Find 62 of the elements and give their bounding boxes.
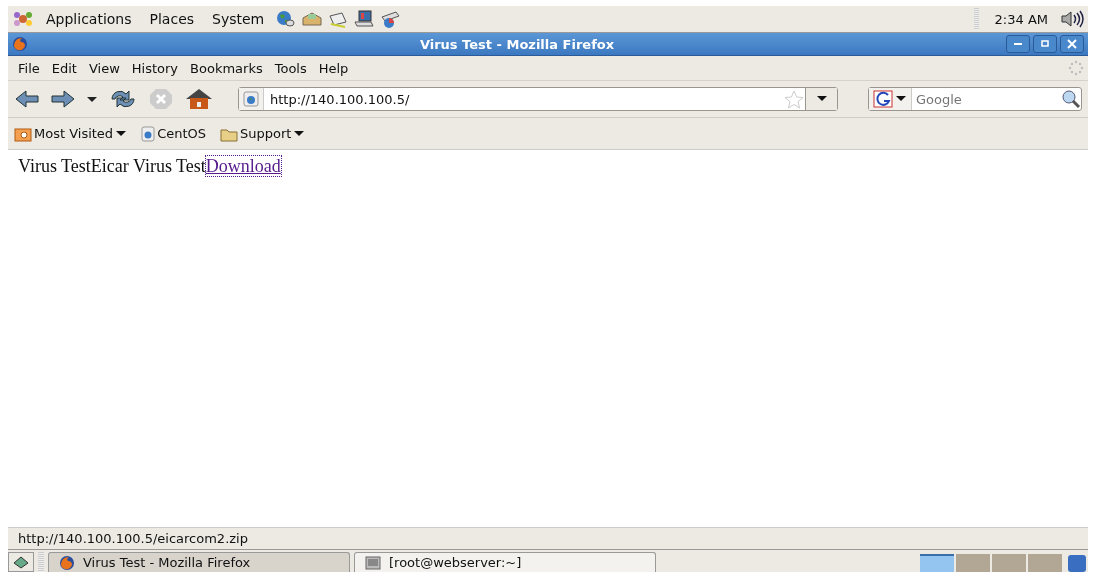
star-icon[interactable] xyxy=(783,89,805,109)
page-text: Virus TestEicar Virus Test xyxy=(18,156,206,176)
minimize-icon xyxy=(1014,43,1022,45)
google-g-icon xyxy=(873,90,893,108)
bookmark-item[interactable]: Support xyxy=(220,125,306,142)
menu-item[interactable]: View xyxy=(82,60,126,76)
caret-icon xyxy=(815,95,828,103)
window-title: Virus Test - Mozilla Firefox xyxy=(418,36,616,52)
menu-item[interactable]: Tools xyxy=(268,60,313,76)
close-icon xyxy=(1067,39,1077,49)
menu-item[interactable]: File xyxy=(12,60,46,76)
bookmark-item[interactable]: Most Visited xyxy=(14,125,128,142)
menu-item[interactable]: History xyxy=(125,60,185,76)
globe-mouse-icon[interactable] xyxy=(276,10,297,28)
page-globe-icon xyxy=(243,91,259,107)
caret-icon xyxy=(293,129,306,138)
caret-icon xyxy=(115,129,128,138)
menu-item[interactable]: Bookmarks xyxy=(184,60,269,76)
search-bar[interactable]: Google xyxy=(868,87,1082,111)
trash-icon[interactable] xyxy=(1066,552,1088,572)
forward-arrow-icon[interactable] xyxy=(50,89,76,109)
bookmark-item[interactable]: CentOS xyxy=(141,125,207,142)
taskbar-window-button[interactable]: [root@webserver:~] xyxy=(354,552,656,572)
workspace-cell[interactable] xyxy=(992,554,1026,572)
minimize-button[interactable] xyxy=(1006,35,1030,53)
dropdown-button[interactable] xyxy=(805,88,837,110)
throbber-icon xyxy=(1068,60,1084,76)
panel-menu[interactable]: Applications xyxy=(40,11,138,27)
workspace-cell[interactable] xyxy=(1028,554,1062,572)
workspace-cell[interactable] xyxy=(956,554,990,572)
firefox-icon xyxy=(59,554,75,571)
close-button[interactable] xyxy=(1060,35,1084,53)
panel-handle[interactable] xyxy=(973,8,979,30)
speaker-icon[interactable] xyxy=(1060,10,1084,28)
workspace-cell[interactable] xyxy=(920,554,954,572)
search-icon[interactable] xyxy=(1061,89,1081,109)
back-arrow-icon[interactable] xyxy=(14,89,40,109)
home-icon[interactable] xyxy=(184,87,214,111)
page-globe-icon xyxy=(141,125,156,142)
maximize-icon xyxy=(1040,39,1050,49)
terminal-icon xyxy=(365,555,381,570)
caret-icon xyxy=(895,95,907,103)
panel-menu[interactable]: Places xyxy=(143,11,201,27)
menu-item[interactable]: Help xyxy=(312,60,355,76)
panel-menu[interactable]: System xyxy=(206,11,271,27)
clock[interactable]: 2:34 AM xyxy=(994,11,1048,27)
url-text: http://140.100.100.5/ xyxy=(269,91,411,107)
address-field[interactable]: http://140.100.100.5/ xyxy=(238,87,838,111)
maximize-button[interactable] xyxy=(1033,35,1057,53)
pie-chart-icon[interactable] xyxy=(380,10,401,28)
envelope-icon[interactable] xyxy=(302,10,323,28)
show-desktop-button[interactable] xyxy=(8,552,34,572)
folder-magnifier-icon xyxy=(14,125,32,142)
reload-icon[interactable] xyxy=(108,87,138,111)
download-link[interactable]: Download xyxy=(205,156,281,176)
taskbar-window-button[interactable]: Virus Test - Mozilla Firefox xyxy=(48,552,350,572)
papers-pen-icon[interactable] xyxy=(328,10,349,28)
firefox-icon[interactable] xyxy=(12,36,28,52)
laptop-icon[interactable] xyxy=(354,10,375,28)
menu-item[interactable]: Edit xyxy=(45,60,83,76)
status-bar-text: http://140.100.100.5/eicarcom2.zip xyxy=(8,527,1088,549)
panel-handle[interactable] xyxy=(38,552,44,572)
